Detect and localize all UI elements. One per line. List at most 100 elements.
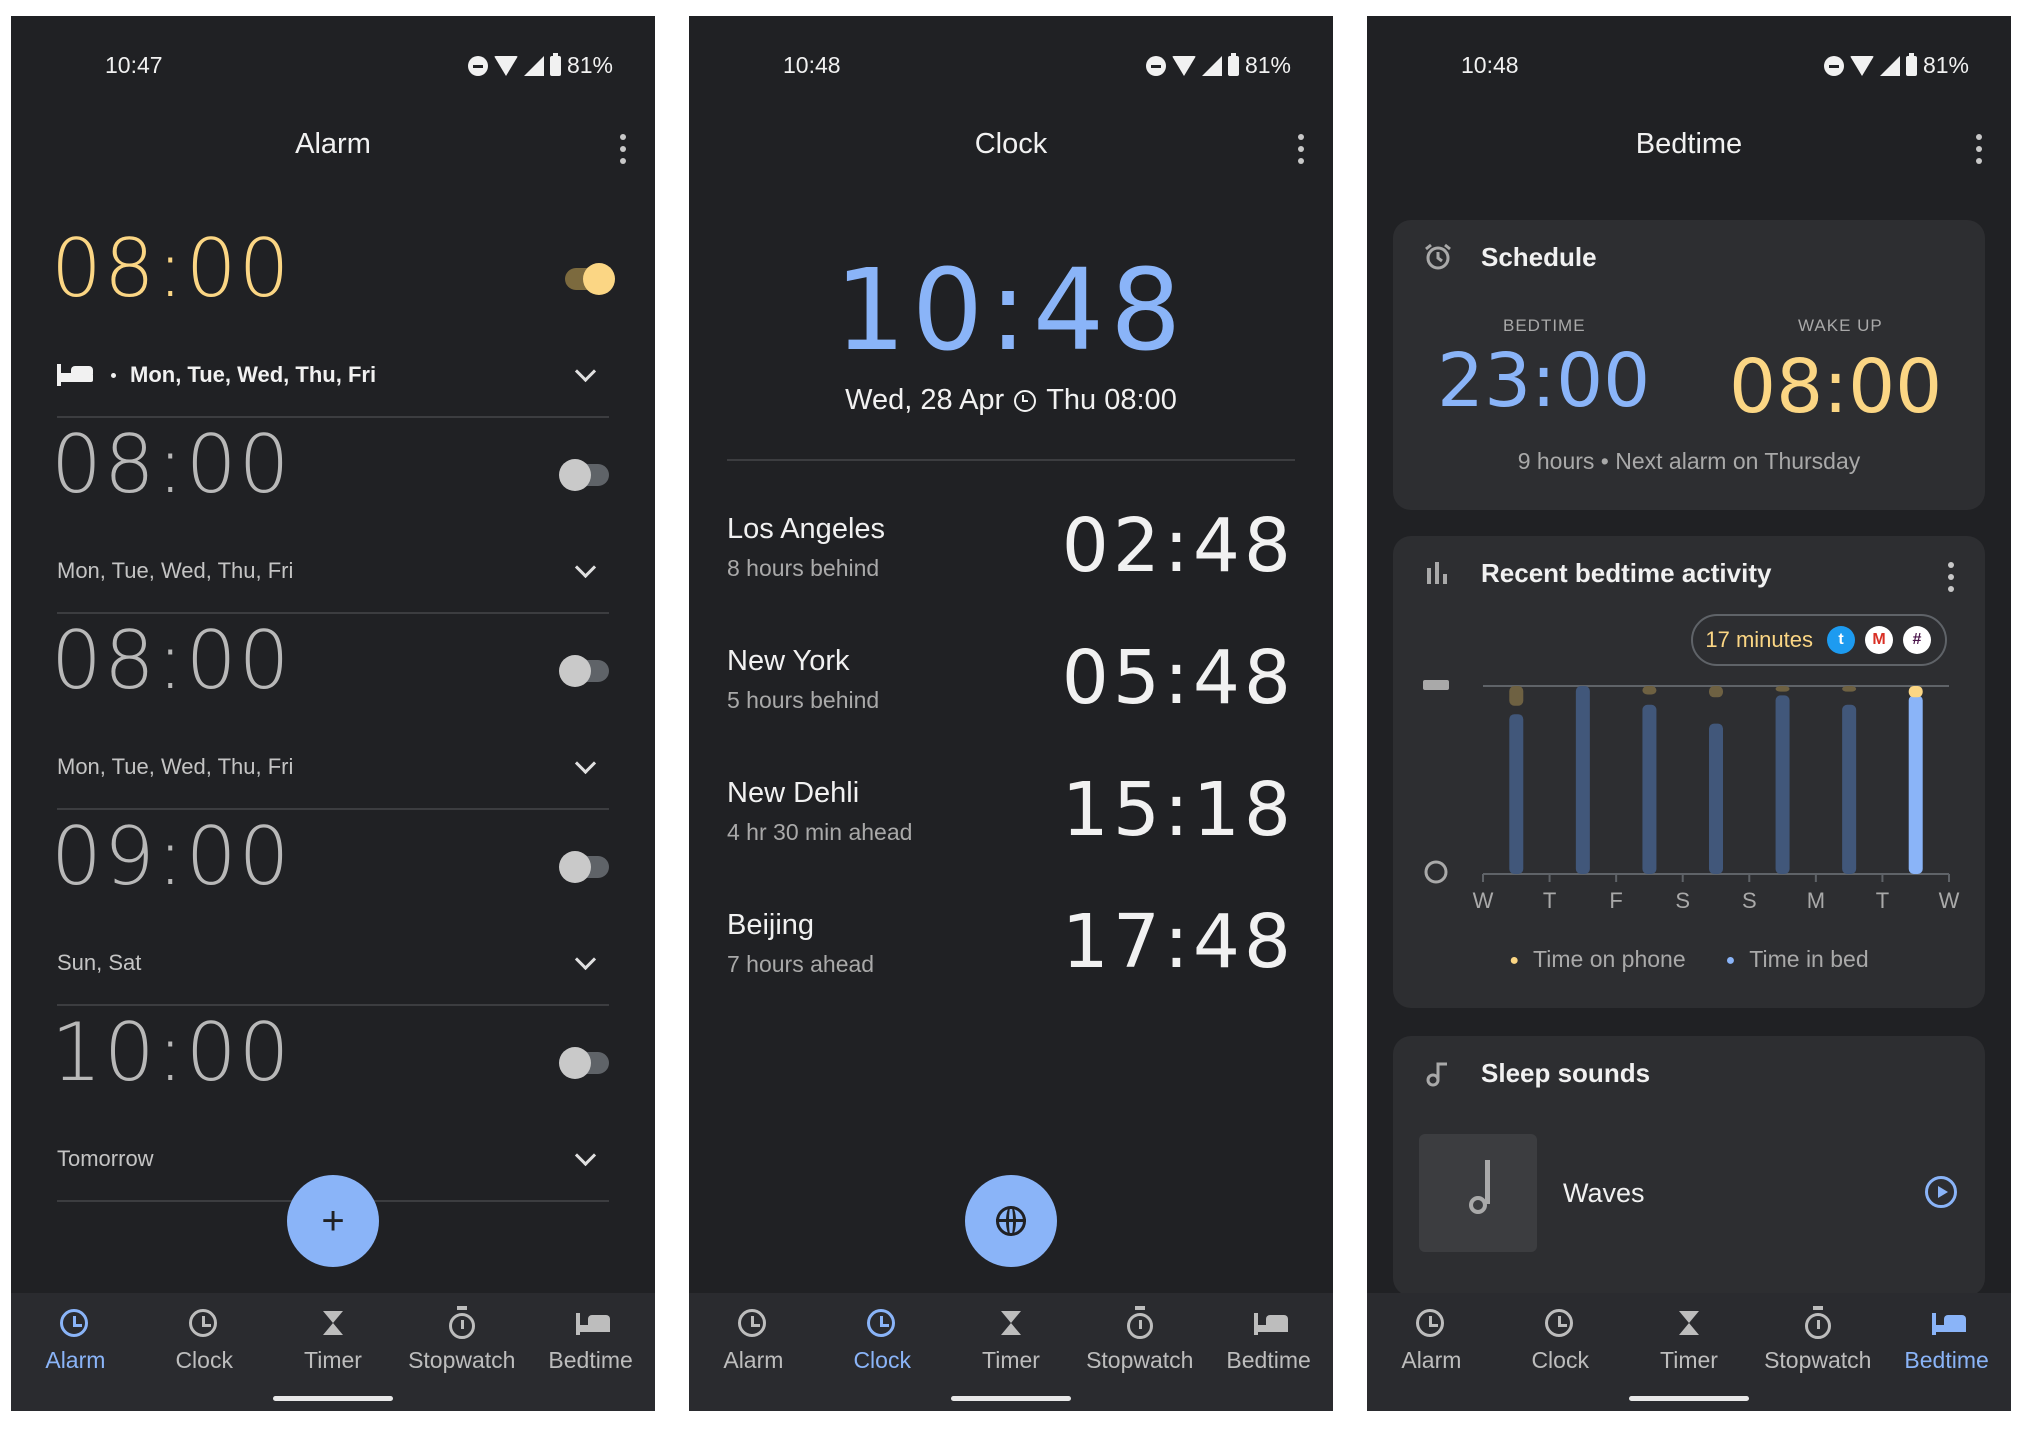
home-indicator[interactable] xyxy=(273,1396,393,1401)
alarm-item[interactable]: 09:00 Sun, Sat xyxy=(11,810,655,1006)
nav-clock[interactable]: Clock xyxy=(818,1293,947,1411)
more-options-icon[interactable] xyxy=(619,134,627,164)
bed-bar xyxy=(1575,686,1590,874)
wifi-icon xyxy=(493,55,518,76)
chevron-down-icon[interactable] xyxy=(574,1144,597,1167)
more-options-icon[interactable] xyxy=(1297,134,1305,164)
chevron-down-icon[interactable] xyxy=(574,752,597,775)
home-indicator[interactable] xyxy=(951,1396,1071,1401)
nav-alarm[interactable]: Alarm xyxy=(11,1293,140,1411)
battery-percent: 81% xyxy=(1244,52,1291,78)
clock-icon xyxy=(867,1309,896,1337)
status-bar: 10:48 81% xyxy=(1367,48,2011,84)
stopwatch-icon xyxy=(1126,1306,1153,1339)
alarm-time[interactable]: 08:00 xyxy=(51,614,292,707)
x-tick-label: W xyxy=(1473,888,1494,913)
alarm-item[interactable]: 08:00 Mon, Tue, Wed, Thu, Fri xyxy=(11,222,655,418)
alarm-time[interactable]: 08:00 xyxy=(51,418,292,511)
stopwatch-icon xyxy=(448,1306,475,1339)
nav-timer[interactable]: Timer xyxy=(269,1293,398,1411)
add-city-button[interactable] xyxy=(965,1175,1057,1267)
alarm-item[interactable]: 10:00 Tomorrow xyxy=(11,1006,655,1202)
phone-bar xyxy=(1775,686,1790,692)
wakeup-time[interactable]: 08:00 xyxy=(1729,344,1942,430)
world-clock-item[interactable]: New York 5 hours behind 05:48 xyxy=(727,635,1295,765)
city-time: 15:18 xyxy=(1061,767,1295,853)
x-tick-label: M xyxy=(1807,888,1825,913)
bedtime-time[interactable]: 23:00 xyxy=(1437,338,1650,424)
nav-clock[interactable]: Clock xyxy=(140,1293,269,1411)
nav-bedtime[interactable]: Bedtime xyxy=(1204,1293,1333,1411)
play-icon[interactable] xyxy=(1925,1176,1957,1208)
nav-label: Alarm xyxy=(45,1347,106,1373)
world-clock-item[interactable]: New Dehli 4 hr 30 min ahead 15:18 xyxy=(727,767,1295,897)
city-name: Los Angeles xyxy=(727,513,886,545)
chevron-down-icon[interactable] xyxy=(574,948,597,971)
nav-alarm[interactable]: Alarm xyxy=(1367,1293,1496,1411)
alarm-days: Tomorrow xyxy=(57,1146,154,1171)
nav-bedtime[interactable]: Bedtime xyxy=(526,1293,655,1411)
nav-stopwatch[interactable]: Stopwatch xyxy=(397,1293,526,1411)
more-options-icon[interactable] xyxy=(1947,562,1955,592)
alarm-toggle[interactable] xyxy=(559,851,609,883)
nav-label: Timer xyxy=(1660,1347,1718,1373)
bar-chart-icon xyxy=(1427,562,1447,584)
nav-clock[interactable]: Clock xyxy=(1496,1293,1625,1411)
wifi-icon xyxy=(1171,55,1196,76)
alarm-toggle[interactable] xyxy=(559,1047,609,1079)
bed-icon xyxy=(57,364,93,386)
divider xyxy=(727,459,1295,461)
world-clock-item[interactable]: Los Angeles 8 hours behind 02:48 xyxy=(727,503,1295,633)
alarm-time[interactable]: 08:00 xyxy=(51,222,292,315)
sound-title: Waves xyxy=(1563,1178,1645,1208)
legend-phone: Time on phone xyxy=(1509,946,1686,973)
bed-bar xyxy=(1775,695,1790,874)
alarm-toggle[interactable] xyxy=(559,655,609,687)
status-time: 10:48 xyxy=(783,52,841,78)
nav-label: Stopwatch xyxy=(1086,1347,1194,1373)
add-alarm-button[interactable]: + xyxy=(287,1175,379,1267)
status-time: 10:48 xyxy=(1461,52,1519,78)
alarm-item[interactable]: 08:00 Mon, Tue, Wed, Thu, Fri xyxy=(11,418,655,614)
city-time: 17:48 xyxy=(1061,899,1295,985)
alarm-icon xyxy=(1416,1309,1445,1337)
nav-stopwatch[interactable]: Stopwatch xyxy=(1753,1293,1882,1411)
home-indicator[interactable] xyxy=(1629,1396,1749,1401)
next-alarm: Thu 08:00 xyxy=(1046,384,1177,416)
x-tick-label: S xyxy=(1675,888,1690,913)
chevron-down-icon[interactable] xyxy=(574,360,597,383)
bed-bar xyxy=(1709,723,1723,874)
alarm-time[interactable]: 10:00 xyxy=(51,1006,292,1099)
activity-card[interactable]: Recent bedtime activity 17 minutes t M #… xyxy=(1393,536,1985,1008)
alarm-days: Mon, Tue, Wed, Thu, Fri xyxy=(57,754,294,779)
battery-icon xyxy=(1905,52,1917,76)
alarm-toggle[interactable] xyxy=(559,459,609,491)
sound-thumbnail[interactable] xyxy=(1419,1134,1537,1252)
stopwatch-icon xyxy=(1804,1306,1831,1339)
alarm-toggle[interactable] xyxy=(565,263,615,295)
bedtime-activity-chart[interactable]: WTFSSMTW xyxy=(1393,656,1985,956)
schedule-card[interactable]: Schedule BEDTIME 23:00 WAKE UP 08:00 9 h… xyxy=(1393,220,1985,510)
nav-label: Bedtime xyxy=(548,1347,633,1373)
nav-bedtime[interactable]: Bedtime xyxy=(1882,1293,2011,1411)
chevron-down-icon[interactable] xyxy=(574,556,597,579)
hourglass-icon xyxy=(996,1309,1026,1339)
nav-alarm[interactable]: Alarm xyxy=(689,1293,818,1411)
alarm-days: Mon, Tue, Wed, Thu, Fri xyxy=(57,558,294,583)
alarm-time[interactable]: 09:00 xyxy=(51,810,292,903)
bed-icon xyxy=(1931,1309,1966,1339)
nav-label: Bedtime xyxy=(1226,1347,1311,1373)
nav-label: Stopwatch xyxy=(1764,1347,1872,1373)
nav-timer[interactable]: Timer xyxy=(1625,1293,1754,1411)
alarm-item[interactable]: 08:00 Mon, Tue, Wed, Thu, Fri xyxy=(11,614,655,810)
sleep-sounds-card[interactable]: Sleep sounds Waves xyxy=(1393,1036,1985,1296)
bed-bar xyxy=(1908,695,1923,874)
nav-stopwatch[interactable]: Stopwatch xyxy=(1075,1293,1204,1411)
alarm-days: Sun, Sat xyxy=(57,950,142,975)
world-clock-item[interactable]: Beijing 7 hours ahead 17:48 xyxy=(727,899,1295,1029)
more-options-icon[interactable] xyxy=(1975,134,1983,164)
phone-bar xyxy=(1709,686,1723,698)
battery-icon xyxy=(549,52,561,76)
nav-label: Stopwatch xyxy=(408,1347,516,1373)
nav-timer[interactable]: Timer xyxy=(947,1293,1076,1411)
